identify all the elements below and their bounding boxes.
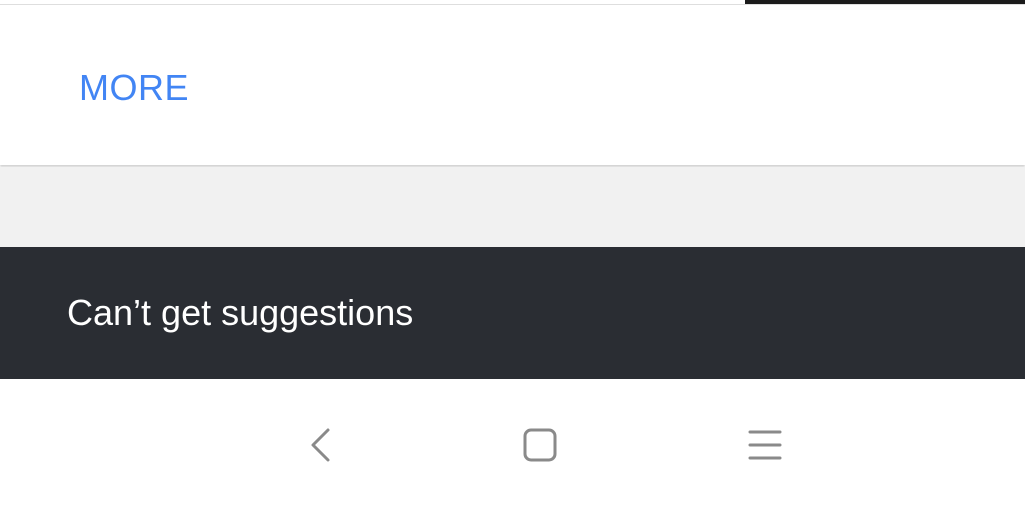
snackbar-message: Can’t get suggestions (67, 292, 414, 333)
image-thumbnail-edge (745, 0, 1025, 4)
section-divider (0, 167, 1025, 247)
back-icon (311, 428, 330, 462)
suggestions-card: MORE (0, 5, 1025, 165)
home-button[interactable] (510, 415, 570, 475)
snackbar: Can’t get suggestions (0, 247, 1025, 379)
back-button[interactable] (290, 415, 350, 475)
recents-button[interactable] (735, 415, 795, 475)
recents-icon (748, 430, 782, 460)
home-icon (523, 428, 557, 462)
more-button[interactable]: MORE (70, 57, 198, 119)
navigation-bar (0, 379, 1025, 509)
